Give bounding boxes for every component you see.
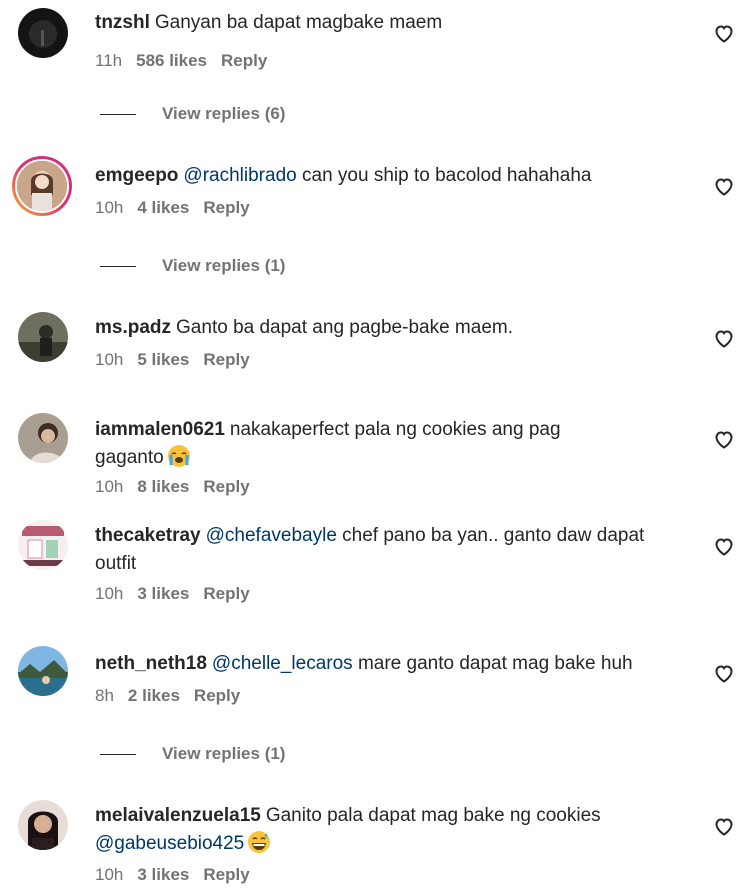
heart-icon[interactable] (712, 534, 736, 558)
heart-icon[interactable] (712, 661, 736, 685)
view-replies-label: View replies (6) (162, 104, 286, 123)
view-replies-button[interactable]: View replies (1) (100, 256, 285, 276)
comment-username[interactable]: iammalen0621 (95, 419, 225, 440)
avatar[interactable] (18, 800, 68, 850)
avatar[interactable] (18, 413, 68, 463)
reply-button[interactable]: Reply (221, 51, 267, 70)
likes-count[interactable]: 586 likes (136, 51, 207, 70)
view-replies-line (100, 753, 136, 755)
comment-username[interactable]: thecaketray (95, 525, 201, 546)
comment-username[interactable]: emgeepo (95, 165, 178, 186)
avatar[interactable] (18, 520, 68, 570)
avatar[interactable] (18, 8, 68, 58)
comment-time: 10h (95, 584, 124, 603)
view-replies-label: View replies (1) (162, 744, 286, 763)
comment-text: Ganyan ba dapat magbake maem (154, 12, 443, 33)
comment-text: can you ship to bacolod hahahaha (302, 165, 592, 186)
heart-icon[interactable] (712, 326, 736, 350)
view-replies-button[interactable]: View replies (1) (100, 744, 285, 764)
avatar[interactable] (18, 646, 68, 696)
comment-text: Ganito pala dapat mag bake ng cookies (265, 805, 601, 826)
comment-username[interactable]: ms.padz (95, 317, 171, 338)
mention-link[interactable]: @gabeusebio425 (95, 833, 244, 854)
comment-time: 8h (95, 686, 114, 705)
comment-time: 10h (95, 198, 124, 217)
heart-icon[interactable] (712, 174, 736, 198)
comment-username[interactable]: melaivalenzuela15 (95, 805, 261, 826)
reply-button[interactable]: Reply (203, 584, 249, 603)
grinning-sweat-face-emoji (247, 830, 271, 854)
reply-button[interactable]: Reply (203, 477, 249, 496)
mention-link[interactable]: @chelle_lecaros (212, 653, 353, 674)
comment-time: 11h (95, 51, 123, 70)
comment-time: 10h (95, 350, 124, 369)
likes-count[interactable]: 2 likes (128, 686, 180, 705)
heart-icon[interactable] (712, 427, 736, 451)
heart-icon[interactable] (712, 814, 736, 838)
likes-count[interactable]: 3 likes (137, 865, 189, 884)
comment-username[interactable]: neth_neth18 (95, 653, 207, 674)
loudly-crying-face-emoji (167, 444, 191, 468)
view-replies-label: View replies (1) (162, 256, 286, 275)
view-replies-line (100, 265, 136, 267)
reply-button[interactable]: Reply (203, 865, 249, 884)
likes-count[interactable]: 3 likes (137, 584, 189, 603)
comment-time: 10h (95, 477, 124, 496)
comment-time: 10h (95, 865, 124, 884)
view-replies-line (100, 113, 136, 115)
avatar[interactable] (12, 156, 72, 216)
reply-button[interactable]: Reply (203, 350, 249, 369)
comment-text: mare ganto dapat mag bake huh (357, 653, 633, 674)
mention-link[interactable]: @rachlibrado (183, 165, 296, 186)
avatar[interactable] (18, 312, 68, 362)
view-replies-button[interactable]: View replies (6) (100, 104, 285, 124)
likes-count[interactable]: 4 likes (137, 198, 189, 217)
mention-link[interactable]: @chefavebayle (206, 525, 337, 546)
comment-text: Ganto ba dapat ang pagbe-bake maem. (176, 317, 513, 338)
likes-count[interactable]: 8 likes (137, 477, 189, 496)
comment-username[interactable]: tnzshl (95, 12, 150, 33)
reply-button[interactable]: Reply (194, 686, 240, 705)
reply-button[interactable]: Reply (203, 198, 249, 217)
heart-icon[interactable] (712, 21, 736, 45)
likes-count[interactable]: 5 likes (137, 350, 189, 369)
